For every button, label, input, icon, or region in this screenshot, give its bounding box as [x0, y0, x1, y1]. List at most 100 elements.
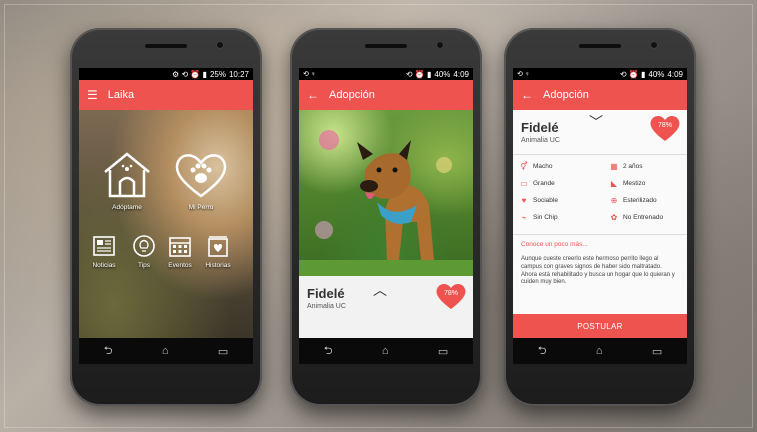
status-icons: ⟲ ⏰ ▮	[405, 69, 432, 79]
status-icons: ⟲ ⏰ ▮	[619, 69, 646, 79]
back-icon[interactable]: ⮌	[104, 342, 113, 361]
attr-label: Sin Chip	[533, 214, 558, 221]
lightbulb-icon	[133, 235, 155, 257]
tile-label: Noticias	[92, 262, 116, 269]
status-bar: ⚙ ⟲ ⏰ ▮ 25% 10:27	[79, 68, 253, 80]
chevron-down-icon[interactable]: ﹀	[589, 112, 603, 132]
recents-icon[interactable]: ▭	[438, 345, 448, 358]
phone-adoption: ⟲ ♀ ⟲ ⏰ ▮ 40% 4:09 ← Adopción Fidelé Ani…	[290, 28, 482, 406]
status-time: 10:27	[228, 69, 249, 79]
battery-percent: 40%	[648, 69, 665, 79]
status-bar: ⟲ ♀ ⟲ ⏰ ▮ 40% 4:09	[513, 68, 687, 80]
camera	[216, 41, 224, 49]
back-icon[interactable]: ⮌	[538, 342, 547, 361]
menu-icon[interactable]: ☰	[87, 88, 98, 102]
tile-noticias[interactable]: Noticias	[89, 234, 119, 269]
tile-tips[interactable]: Tips	[129, 234, 159, 269]
app-bar: ← Adopción	[513, 80, 687, 110]
attr-sexo: ⚥ Macho	[519, 162, 553, 171]
battery-percent: 25%	[209, 69, 226, 79]
back-arrow-icon[interactable]: ←	[521, 88, 533, 102]
attr-raza: ◣ Mestizo	[609, 179, 645, 188]
pet-organization: Animalia UC	[521, 137, 560, 144]
screen-adoption: ⟲ ♀ ⟲ ⏰ ▮ 40% 4:09 ← Adopción Fidelé Ani…	[299, 68, 473, 364]
tile-label: Tips	[137, 262, 151, 269]
app-bar: ☰ Laika	[79, 80, 253, 110]
camera	[436, 41, 444, 49]
app-title: Adopción	[329, 89, 375, 101]
newspaper-icon	[93, 236, 115, 256]
tile-adoptame[interactable]: Adóptame	[97, 150, 157, 211]
attr-label: Macho	[533, 163, 553, 170]
attr-label: Sociable	[533, 197, 558, 204]
attr-edad: ▦ 2 años	[609, 162, 643, 171]
home-icon[interactable]: ⌂	[162, 345, 169, 357]
chevron-up-icon[interactable]: ︿	[373, 280, 387, 300]
doghouse-icon	[104, 152, 150, 198]
tile-eventos[interactable]: Eventos	[165, 234, 195, 269]
dog-icon: ◣	[610, 179, 618, 188]
dog-illustration	[299, 130, 473, 276]
book-heart-icon	[208, 236, 228, 257]
back-icon[interactable]: ⮌	[324, 342, 333, 361]
attr-label: Grande	[533, 180, 555, 187]
battery-percent: 40%	[434, 69, 451, 79]
screen-detail: ⟲ ♀ ⟲ ⏰ ▮ 40% 4:09 ← Adopción Fidelé Ani…	[513, 68, 687, 364]
match-percent: 78%	[443, 290, 458, 297]
status-time: 4:09	[667, 69, 683, 79]
ruler-icon: ▭	[520, 179, 528, 188]
paw-icon: ✿	[610, 213, 618, 222]
tile-label: Eventos	[168, 262, 192, 269]
status-time: 4:09	[453, 69, 469, 79]
calendar-icon	[169, 237, 191, 257]
divider	[513, 154, 687, 155]
app-title: Laika	[107, 89, 135, 101]
cross-circle-icon: ⊕	[610, 196, 618, 205]
tile-label: Historias	[205, 262, 231, 269]
attr-chip: ⌁ Sin Chip	[519, 213, 558, 222]
dog-photo	[299, 110, 473, 276]
postular-button[interactable]: POSTULAR	[513, 314, 687, 338]
match-badge: 78%	[649, 114, 681, 142]
match-percent: 78%	[657, 122, 672, 129]
heart-icon: ♥	[521, 196, 527, 205]
attr-label: No Entrenado	[623, 214, 664, 221]
more-info-link[interactable]: Conoce un poco más...	[521, 241, 588, 248]
home-icon[interactable]: ⌂	[596, 345, 603, 357]
nav-bar: ⮌ ⌂ ▭	[299, 338, 473, 364]
attr-tamano: ▭ Grande	[519, 179, 555, 188]
male-icon: ⚥	[520, 162, 528, 171]
back-arrow-icon[interactable]: ←	[307, 88, 319, 102]
pet-name: Fidelé	[521, 120, 559, 135]
camera	[650, 41, 658, 49]
nav-bar: ⮌ ⌂ ▭	[79, 338, 253, 364]
tile-label: Adóptame	[112, 204, 142, 211]
speaker	[145, 44, 187, 48]
pet-detail: Fidelé Animalia UC ﹀ 78% ⚥ Macho ▦ 2 años …	[513, 110, 687, 338]
divider	[513, 234, 687, 235]
pet-card[interactable]: Fidelé Animalia UC ︿ 78%	[299, 276, 473, 338]
recents-icon[interactable]: ▭	[652, 345, 662, 358]
calendar-icon: ▦	[610, 162, 618, 171]
home-background	[79, 110, 253, 338]
attr-caracter: ♥ Sociable	[519, 196, 558, 205]
status-left-icons: ⟲ ♀	[303, 71, 317, 78]
paw-heart-icon	[175, 154, 227, 198]
attr-entrenado: ✿ No Entrenado	[609, 213, 663, 222]
app-bar: ← Adopción	[299, 80, 473, 110]
chip-icon: ⌁	[521, 213, 527, 222]
recents-icon[interactable]: ▭	[218, 345, 228, 358]
home-icon[interactable]: ⌂	[382, 345, 389, 357]
tile-label: Mi Perro	[188, 204, 214, 211]
screen-home: ⚙ ⟲ ⏰ ▮ 25% 10:27 ☰ Laika Adóptame Mi Pe…	[79, 68, 253, 364]
speaker	[365, 44, 407, 48]
pet-description: Aunque cueste creerlo este hermoso perri…	[521, 256, 675, 286]
tile-mi-perro[interactable]: Mi Perro	[171, 150, 231, 211]
status-icons: ⚙ ⟲ ⏰ ▮	[172, 69, 207, 79]
tile-historias[interactable]: Historias	[201, 234, 235, 269]
attr-label: 2 años	[623, 163, 643, 170]
attr-esterilizado: ⊕ Esterilizado	[609, 196, 657, 205]
status-bar: ⟲ ♀ ⟲ ⏰ ▮ 40% 4:09	[299, 68, 473, 80]
app-title: Adopción	[543, 89, 589, 101]
status-left-icons: ⟲ ♀	[517, 71, 531, 78]
